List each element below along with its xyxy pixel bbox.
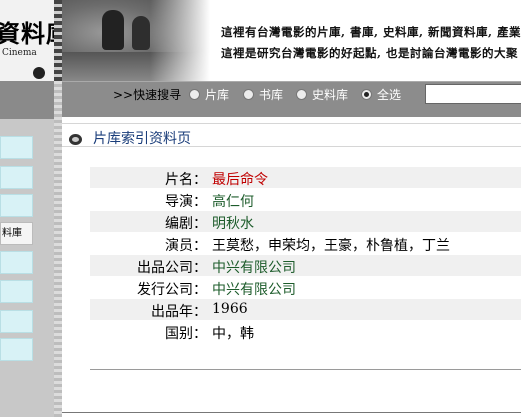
logo-subtitle: Cinema [2, 48, 37, 58]
radio-label: 片库 [205, 88, 230, 102]
row-cast: 演员： 王莫愁，申荣均，王豪，朴鲁植，丁兰 [90, 233, 521, 255]
link-director[interactable]: 高仁何 [212, 191, 254, 211]
film-strip-decoration [54, 0, 62, 81]
radio-label: 书库 [259, 88, 284, 102]
label-country: 国别： [165, 326, 207, 342]
sidebar: 料庫 [0, 81, 54, 417]
reel-icon [69, 134, 82, 145]
radio-film-library[interactable]: 片库 [189, 86, 229, 103]
row-country: 国别： 中，韩 [90, 321, 521, 343]
value-title: 最后命令 [212, 172, 268, 188]
quick-search-label: >>快速搜寻 [113, 88, 182, 102]
film-info-table: 片名： 最后命令 导演： 高仁何 编剧： 明秋水 演员： 王莫愁，申荣均，王豪，… [90, 167, 521, 343]
radio-icon[interactable] [243, 89, 254, 100]
label-title: 片名： [165, 172, 207, 188]
sidebar-item[interactable] [0, 338, 33, 361]
radio-book-library[interactable]: 书库 [243, 86, 283, 103]
radio-checked-icon[interactable] [361, 89, 372, 100]
label-production-company: 出品公司： [137, 260, 207, 276]
main-content: 片库索引资料页 片名： 最后命令 导演： 高仁何 编剧： 明秋水 演员： 王莫愁… [62, 117, 521, 417]
link-screenwriter[interactable]: 明秋水 [212, 213, 254, 233]
header-tagline-1: 這裡有台灣電影的片庫, 書庫, 史料庫, 新聞資料庫, 產業資 [221, 25, 521, 39]
film-strip-divider [54, 81, 62, 417]
label-cast: 演员： [165, 238, 207, 254]
label-screenwriter: 编剧： [165, 216, 207, 232]
label-director: 导演： [165, 194, 207, 210]
sidebar-header [0, 81, 54, 119]
sidebar-item[interactable] [0, 280, 33, 303]
page-title-bar: 片库索引资料页 [62, 123, 521, 147]
search-input[interactable] [425, 84, 521, 104]
sidebar-item[interactable] [0, 166, 33, 189]
site-logo[interactable]: 資料庫 Cinema [0, 0, 54, 81]
link-distribution-company[interactable]: 中兴有限公司 [212, 279, 296, 299]
value-year: 1966 [212, 301, 248, 317]
sidebar-item[interactable] [0, 194, 33, 217]
row-year: 出品年： 1966 [90, 299, 521, 321]
value-country: 中，韩 [212, 326, 254, 342]
label-year: 出品年： [151, 304, 207, 320]
value-cast: 王莫愁，申荣均，王豪，朴鲁植，丁兰 [212, 238, 450, 254]
header-photo [62, 0, 210, 81]
radio-archive[interactable]: 史料库 [296, 86, 348, 103]
radio-icon[interactable] [189, 89, 200, 100]
row-title: 片名： 最后命令 [90, 167, 521, 189]
header-tagline-2: 這裡是研究台灣電影的好起點, 也是討論台灣電影的大聚 [221, 46, 519, 60]
logo-title: 資料庫 [0, 19, 54, 48]
radio-label: 史料库 [312, 88, 349, 102]
sidebar-item[interactable] [0, 251, 33, 274]
sidebar-item-database[interactable]: 料庫 [0, 222, 33, 245]
link-production-company[interactable]: 中兴有限公司 [212, 257, 296, 277]
divider [90, 369, 521, 370]
row-distribution-company: 发行公司： 中兴有限公司 [90, 277, 521, 299]
divider [62, 412, 521, 413]
sidebar-item[interactable] [0, 136, 33, 159]
radio-label: 全选 [377, 88, 402, 102]
row-director: 导演： 高仁何 [90, 189, 521, 211]
seal-icon [33, 67, 45, 79]
row-production-company: 出品公司： 中兴有限公司 [90, 255, 521, 277]
radio-icon[interactable] [296, 89, 307, 100]
sidebar-item[interactable] [0, 310, 33, 333]
label-distribution-company: 发行公司： [137, 282, 207, 298]
row-screenwriter: 编剧： 明秋水 [90, 211, 521, 233]
quick-search-bar: >>快速搜寻 片库 书库 史料库 全选 [62, 81, 521, 117]
radio-select-all[interactable]: 全选 [361, 86, 401, 103]
page-title: 片库索引资料页 [93, 131, 191, 147]
site-header: 資料庫 Cinema 這裡有台灣電影的片庫, 書庫, 史料庫, 新聞資料庫, 產… [0, 0, 521, 81]
